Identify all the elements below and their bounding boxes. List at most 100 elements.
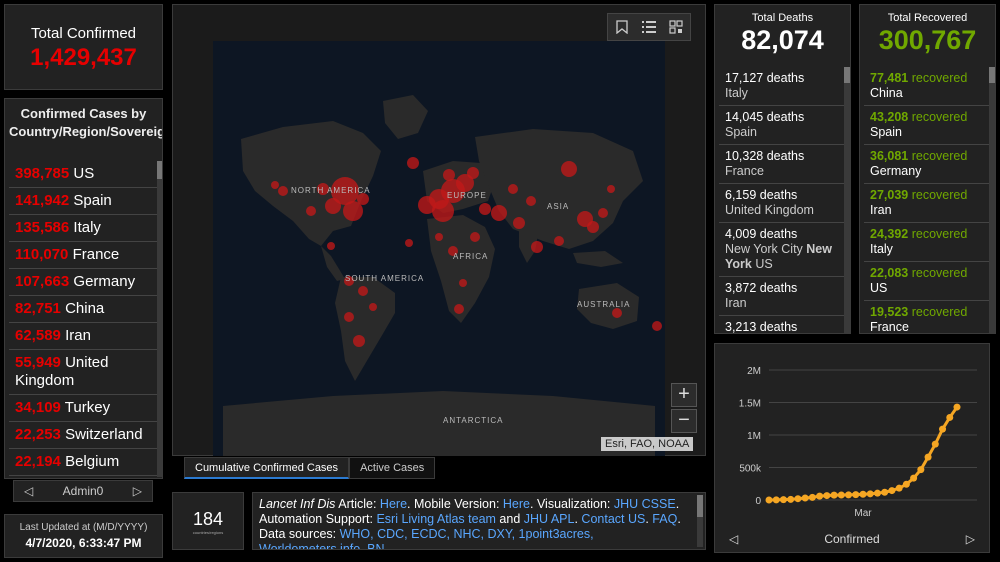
esri-link[interactable]: Esri Living Atlas team — [376, 512, 496, 526]
y-tick-label: 0 — [755, 496, 761, 507]
deaths-panel: Total Deaths 82,074 17,127 deaths Italy 14… — [714, 4, 851, 334]
map-label-antarctica: ANTARCTICA — [443, 416, 504, 425]
recovered-row[interactable]: 22,083 recovered US — [864, 262, 989, 301]
confirmed-data-point[interactable] — [866, 490, 874, 498]
tab-cumulative-confirmed[interactable]: Cumulative Confirmed Cases — [184, 457, 350, 479]
recovered-row[interactable]: 36,081 recovered Germany — [864, 145, 989, 184]
country-row[interactable]: 82,751 China — [9, 296, 160, 323]
confirmed-data-point[interactable] — [787, 495, 795, 503]
confirmed-data-point[interactable] — [924, 453, 932, 461]
world-map[interactable]: NORTH AMERICA EUROPE ASIA AFRICA SOUTH A… — [213, 41, 665, 456]
recovered-place: Spain — [870, 125, 983, 140]
country-row[interactable]: 398,785 US — [9, 161, 160, 188]
recovered-row[interactable]: 43,208 recovered Spain — [864, 106, 989, 145]
confirmed-data-point[interactable] — [801, 494, 809, 502]
confirmed-data-point[interactable] — [830, 491, 838, 499]
confirmed-data-point[interactable] — [953, 403, 961, 411]
country-row[interactable]: 110,070 France — [9, 242, 160, 269]
country-row[interactable]: 55,949 United Kingdom — [9, 350, 160, 395]
confirmed-data-point[interactable] — [873, 489, 881, 497]
chevron-left-icon[interactable]: ◁ — [729, 532, 738, 546]
recovered-scrollbar[interactable] — [989, 67, 995, 333]
deaths-place-name: France — [725, 164, 764, 178]
country-row[interactable]: 107,663 Germany — [9, 269, 160, 296]
confirmed-data-point[interactable] — [931, 440, 939, 448]
confirmed-data-point[interactable] — [859, 490, 867, 498]
jhu-apl-link[interactable]: JHU APL — [524, 512, 575, 526]
deaths-unit: deaths — [759, 281, 798, 295]
deaths-unit: deaths — [766, 110, 805, 124]
confirmed-data-point[interactable] — [910, 474, 918, 482]
confirmed-data-point[interactable] — [823, 492, 831, 500]
deaths-place: Spain — [725, 125, 838, 140]
confirmed-data-point[interactable] — [888, 487, 896, 495]
confirmed-data-point[interactable] — [837, 491, 845, 499]
confirmed-data-point[interactable] — [917, 466, 925, 474]
confirmed-data-point[interactable] — [772, 496, 780, 504]
confirmed-data-point[interactable] — [946, 413, 954, 421]
country-row[interactable]: 135,586 Italy — [9, 215, 160, 242]
confirmed-data-point[interactable] — [816, 492, 824, 500]
deaths-row[interactable]: 6,159 deaths United Kingdom — [719, 184, 844, 223]
contact-us-link[interactable]: Contact US — [581, 512, 645, 526]
sources-scroll-thumb[interactable] — [697, 495, 703, 517]
recovered-row[interactable]: 27,039 recovered Iran — [864, 184, 989, 223]
jhu-csse-link[interactable]: JHU CSSE — [614, 497, 676, 511]
faq-link[interactable]: FAQ — [652, 512, 677, 526]
mobile-version-link[interactable]: Here — [503, 497, 530, 511]
confirmed-data-point[interactable] — [779, 496, 787, 504]
chevron-right-icon[interactable]: ▷ — [966, 532, 975, 546]
confirmed-data-point[interactable] — [881, 488, 889, 496]
recovered-value: 24,392 — [870, 227, 909, 241]
deaths-row[interactable]: 3,213 deaths — [719, 316, 844, 333]
recovered-value: 43,208 — [870, 110, 909, 124]
deaths-row[interactable]: 4,009 deaths New York City New York US — [719, 223, 844, 277]
chevron-left-icon[interactable]: ◁ — [24, 484, 33, 498]
deaths-place-name: United Kingdom — [725, 203, 814, 217]
article-link[interactable]: Here — [380, 497, 407, 511]
confirmed-data-point[interactable] — [852, 491, 860, 499]
chevron-right-icon[interactable]: ▷ — [133, 484, 142, 498]
deaths-row[interactable]: 14,045 deaths Spain — [719, 106, 844, 145]
country-row[interactable]: 22,253 Switzerland — [9, 422, 160, 449]
list-icon[interactable] — [639, 17, 659, 37]
recovered-scroll-thumb[interactable] — [989, 67, 995, 83]
country-row[interactable]: 22,194 Belgium — [9, 449, 160, 476]
recovered-row[interactable]: 19,523 recovered France — [864, 301, 989, 333]
qr-icon[interactable] — [666, 17, 686, 37]
confirmed-data-point[interactable] — [794, 495, 802, 503]
confirmed-data-point[interactable] — [765, 496, 773, 504]
confirmed-data-point[interactable] — [808, 493, 816, 501]
last-updated-value: 4/7/2020, 6:33:47 PM — [25, 536, 142, 550]
confirmed-series-line — [768, 406, 959, 502]
zoom-in-button[interactable]: + — [671, 383, 697, 407]
deaths-row[interactable]: 10,328 deaths France — [719, 145, 844, 184]
chart-footer-label: Confirmed — [824, 532, 880, 546]
sources-scrollbar[interactable] — [697, 495, 703, 547]
country-list: 398,785 US 141,942 Spain 135,586 Italy 110,… — [9, 161, 160, 476]
country-list-scrollbar[interactable] — [157, 161, 162, 477]
last-updated-panel: Last Updated at (M/D/YYYY) 4/7/2020, 6:3… — [4, 514, 163, 558]
deaths-row[interactable]: 17,127 deaths Italy — [719, 67, 844, 106]
confirmed-data-point[interactable] — [845, 491, 853, 499]
country-list-scroll-thumb[interactable] — [157, 161, 162, 179]
recovered-row[interactable]: 24,392 recovered Italy — [864, 223, 989, 262]
tab-active-cases[interactable]: Active Cases — [349, 457, 436, 479]
country-row[interactable]: 62,589 Iran — [9, 323, 160, 350]
last-updated-label: Last Updated at (M/D/YYYY) — [19, 522, 148, 533]
recovered-list: 77,481 recovered China 43,208 recovered Spa… — [864, 67, 989, 333]
total-confirmed-panel: Total Confirmed 1,429,437 — [4, 4, 163, 90]
country-row[interactable]: 141,942 Spain — [9, 188, 160, 215]
confirmed-data-point[interactable] — [939, 425, 947, 433]
mobile-label: . Mobile Version: — [407, 497, 503, 511]
confirmed-data-point[interactable] — [895, 484, 903, 492]
article-label: Article: — [338, 497, 380, 511]
bookmark-icon[interactable] — [612, 17, 632, 37]
country-row[interactable]: 34,109 Turkey — [9, 395, 160, 422]
deaths-scroll-thumb[interactable] — [844, 67, 850, 83]
zoom-out-button[interactable]: − — [671, 409, 697, 433]
confirmed-data-point[interactable] — [902, 480, 910, 488]
deaths-row[interactable]: 3,872 deaths Iran — [719, 277, 844, 316]
deaths-scrollbar[interactable] — [844, 67, 850, 333]
recovered-row[interactable]: 77,481 recovered China — [864, 67, 989, 106]
